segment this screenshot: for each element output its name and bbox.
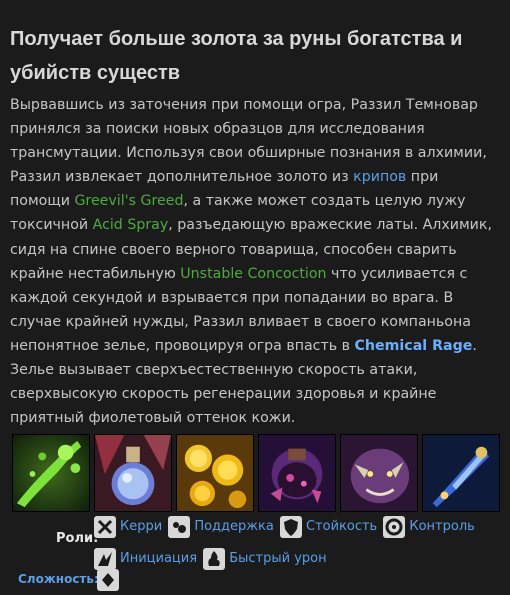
complexity-diamond-icon bbox=[97, 569, 119, 591]
role-carry[interactable]: Керри bbox=[94, 515, 162, 539]
role-support[interactable]: Поддержка bbox=[168, 515, 274, 539]
role-disabler[interactable]: Контроль bbox=[383, 515, 475, 539]
roles-label: Роли: bbox=[56, 531, 99, 546]
role-durable[interactable]: Стойкость bbox=[279, 515, 377, 539]
link-creeps[interactable]: крипов bbox=[353, 169, 406, 185]
hero-bio: Вырвавшись из заточения при помощи огра,… bbox=[10, 93, 502, 430]
acid-spray-icon bbox=[13, 435, 89, 511]
ability-berserk-potion[interactable] bbox=[422, 434, 500, 512]
support-icon bbox=[168, 516, 191, 538]
ability-greevils-greed[interactable] bbox=[176, 434, 254, 512]
ability-chemical-rage[interactable] bbox=[340, 434, 418, 512]
disabler-icon bbox=[383, 516, 406, 538]
link-chemical-rage[interactable]: Chemical Rage bbox=[355, 338, 473, 354]
link-acid-spray[interactable]: Acid Spray bbox=[93, 217, 169, 233]
ability-acid-spray[interactable] bbox=[12, 434, 90, 512]
chemical-rage-icon bbox=[341, 435, 417, 511]
berserk-potion-icon bbox=[423, 435, 499, 511]
ability-row bbox=[12, 434, 500, 512]
link-unstable-concoction[interactable]: Unstable Concoction bbox=[180, 266, 326, 282]
roles-list: Керри Поддержка Стойкость Контроль Иници… bbox=[94, 515, 504, 579]
carry-icon bbox=[94, 516, 116, 538]
ability-corrosive-weaponry[interactable] bbox=[258, 434, 336, 512]
nuker-icon bbox=[203, 548, 226, 570]
greevils-greed-icon bbox=[177, 435, 253, 511]
role-nuker[interactable]: Быстрый урон bbox=[203, 547, 327, 571]
ability-unstable-concoction[interactable] bbox=[94, 434, 172, 512]
complexity-label: Сложность: bbox=[18, 572, 99, 586]
unstable-concoction-icon bbox=[95, 435, 171, 511]
role-initiator[interactable]: Инициация bbox=[94, 547, 197, 571]
hero-hype-title: Получает больше золота за руны богатства… bbox=[10, 28, 463, 84]
durable-icon bbox=[279, 516, 302, 538]
corrosive-weaponry-icon bbox=[259, 435, 335, 511]
initiator-icon bbox=[94, 548, 116, 570]
link-greevils-greed[interactable]: Greevil's Greed bbox=[74, 193, 183, 209]
